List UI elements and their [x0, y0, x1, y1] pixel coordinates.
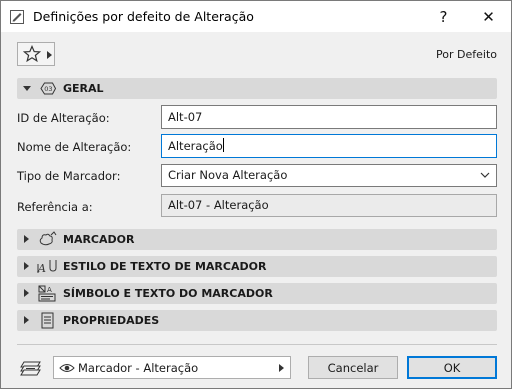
document-icon [41, 312, 54, 329]
text-style-icon: A [37, 260, 57, 275]
section-general-label: GERAL [63, 82, 104, 95]
chevron-right-icon [24, 235, 29, 243]
reference-value: Alt-07 - Alteração [168, 198, 269, 212]
marker-layer-select[interactable]: Marcador - Alteração [53, 356, 291, 379]
change-defaults-dialog: Definições por defeito de Alteração ? ✕ … [0, 0, 512, 389]
change-id-label: ID de Alteração: [17, 111, 110, 125]
change-id-input[interactable]: Alt-07 [161, 105, 497, 129]
section-properties-label: PROPRIEDADES [63, 314, 160, 327]
section-marker-text-style-header[interactable]: A ESTILO DE TEXTO DE MARCADOR [17, 256, 497, 277]
layer-icon [20, 361, 41, 376]
favorites-button[interactable] [17, 42, 55, 66]
section-marker-text-style-label: ESTILO DE TEXTO DE MARCADOR [63, 260, 267, 273]
eye-icon [59, 364, 75, 372]
symbol-text-icon: A [38, 285, 56, 302]
close-button[interactable]: ✕ [466, 1, 511, 32]
marker-type-value: Criar Nova Alteração [168, 168, 288, 182]
change-name-input[interactable]: Alteração [161, 134, 497, 158]
section-properties-header[interactable]: PROPRIEDADES [17, 310, 497, 331]
section-general-header[interactable]: 03 GERAL [17, 78, 497, 99]
footer-divider [17, 344, 497, 345]
reference-field: Alt-07 - Alteração [161, 194, 497, 217]
title-bar: Definições por defeito de Alteração ? ✕ [1, 1, 511, 32]
close-icon: ✕ [482, 7, 495, 26]
section-marker-header[interactable]: MARCADOR [17, 229, 497, 250]
chevron-right-icon [24, 262, 29, 270]
default-status-label: Por Defeito [436, 48, 497, 61]
cancel-button[interactable]: Cancelar [308, 356, 398, 379]
section-marker-symbol-text-header[interactable]: A SÍMBOLO E TEXTO DO MARCADOR [17, 283, 497, 304]
chevron-right-icon [24, 289, 29, 297]
text-caret [222, 138, 224, 152]
chevron-down-icon [23, 86, 31, 91]
help-button[interactable]: ? [421, 1, 466, 32]
svg-text:A: A [47, 286, 52, 294]
ok-button[interactable]: OK [407, 356, 497, 379]
window-title: Definições por defeito de Alteração [33, 9, 254, 24]
chevron-down-icon [480, 172, 490, 178]
revision-tag-icon: 03 [40, 82, 57, 95]
ok-button-label: OK [443, 360, 461, 375]
star-icon [23, 45, 41, 63]
chevron-right-icon [47, 51, 52, 59]
svg-text:03: 03 [44, 85, 52, 93]
settings-dialog-icon [10, 10, 24, 24]
cancel-button-label: Cancelar [327, 360, 379, 375]
change-id-value: Alt-07 [168, 110, 203, 124]
marker-layer-value: Marcador - Alteração [78, 361, 199, 375]
help-icon: ? [439, 7, 448, 26]
change-name-label: Nome de Alteração: [17, 140, 132, 154]
change-name-value: Alteração [168, 139, 223, 153]
chevron-right-icon [24, 316, 29, 324]
marker-cloud-icon [39, 231, 57, 246]
reference-label: Referência a: [17, 200, 93, 214]
marker-type-label: Tipo de Marcador: [17, 169, 121, 183]
chevron-right-icon [279, 364, 284, 372]
section-marker-label: MARCADOR [63, 233, 135, 246]
section-marker-symbol-text-label: SÍMBOLO E TEXTO DO MARCADOR [63, 287, 273, 300]
marker-type-select[interactable]: Criar Nova Alteração [161, 164, 497, 187]
